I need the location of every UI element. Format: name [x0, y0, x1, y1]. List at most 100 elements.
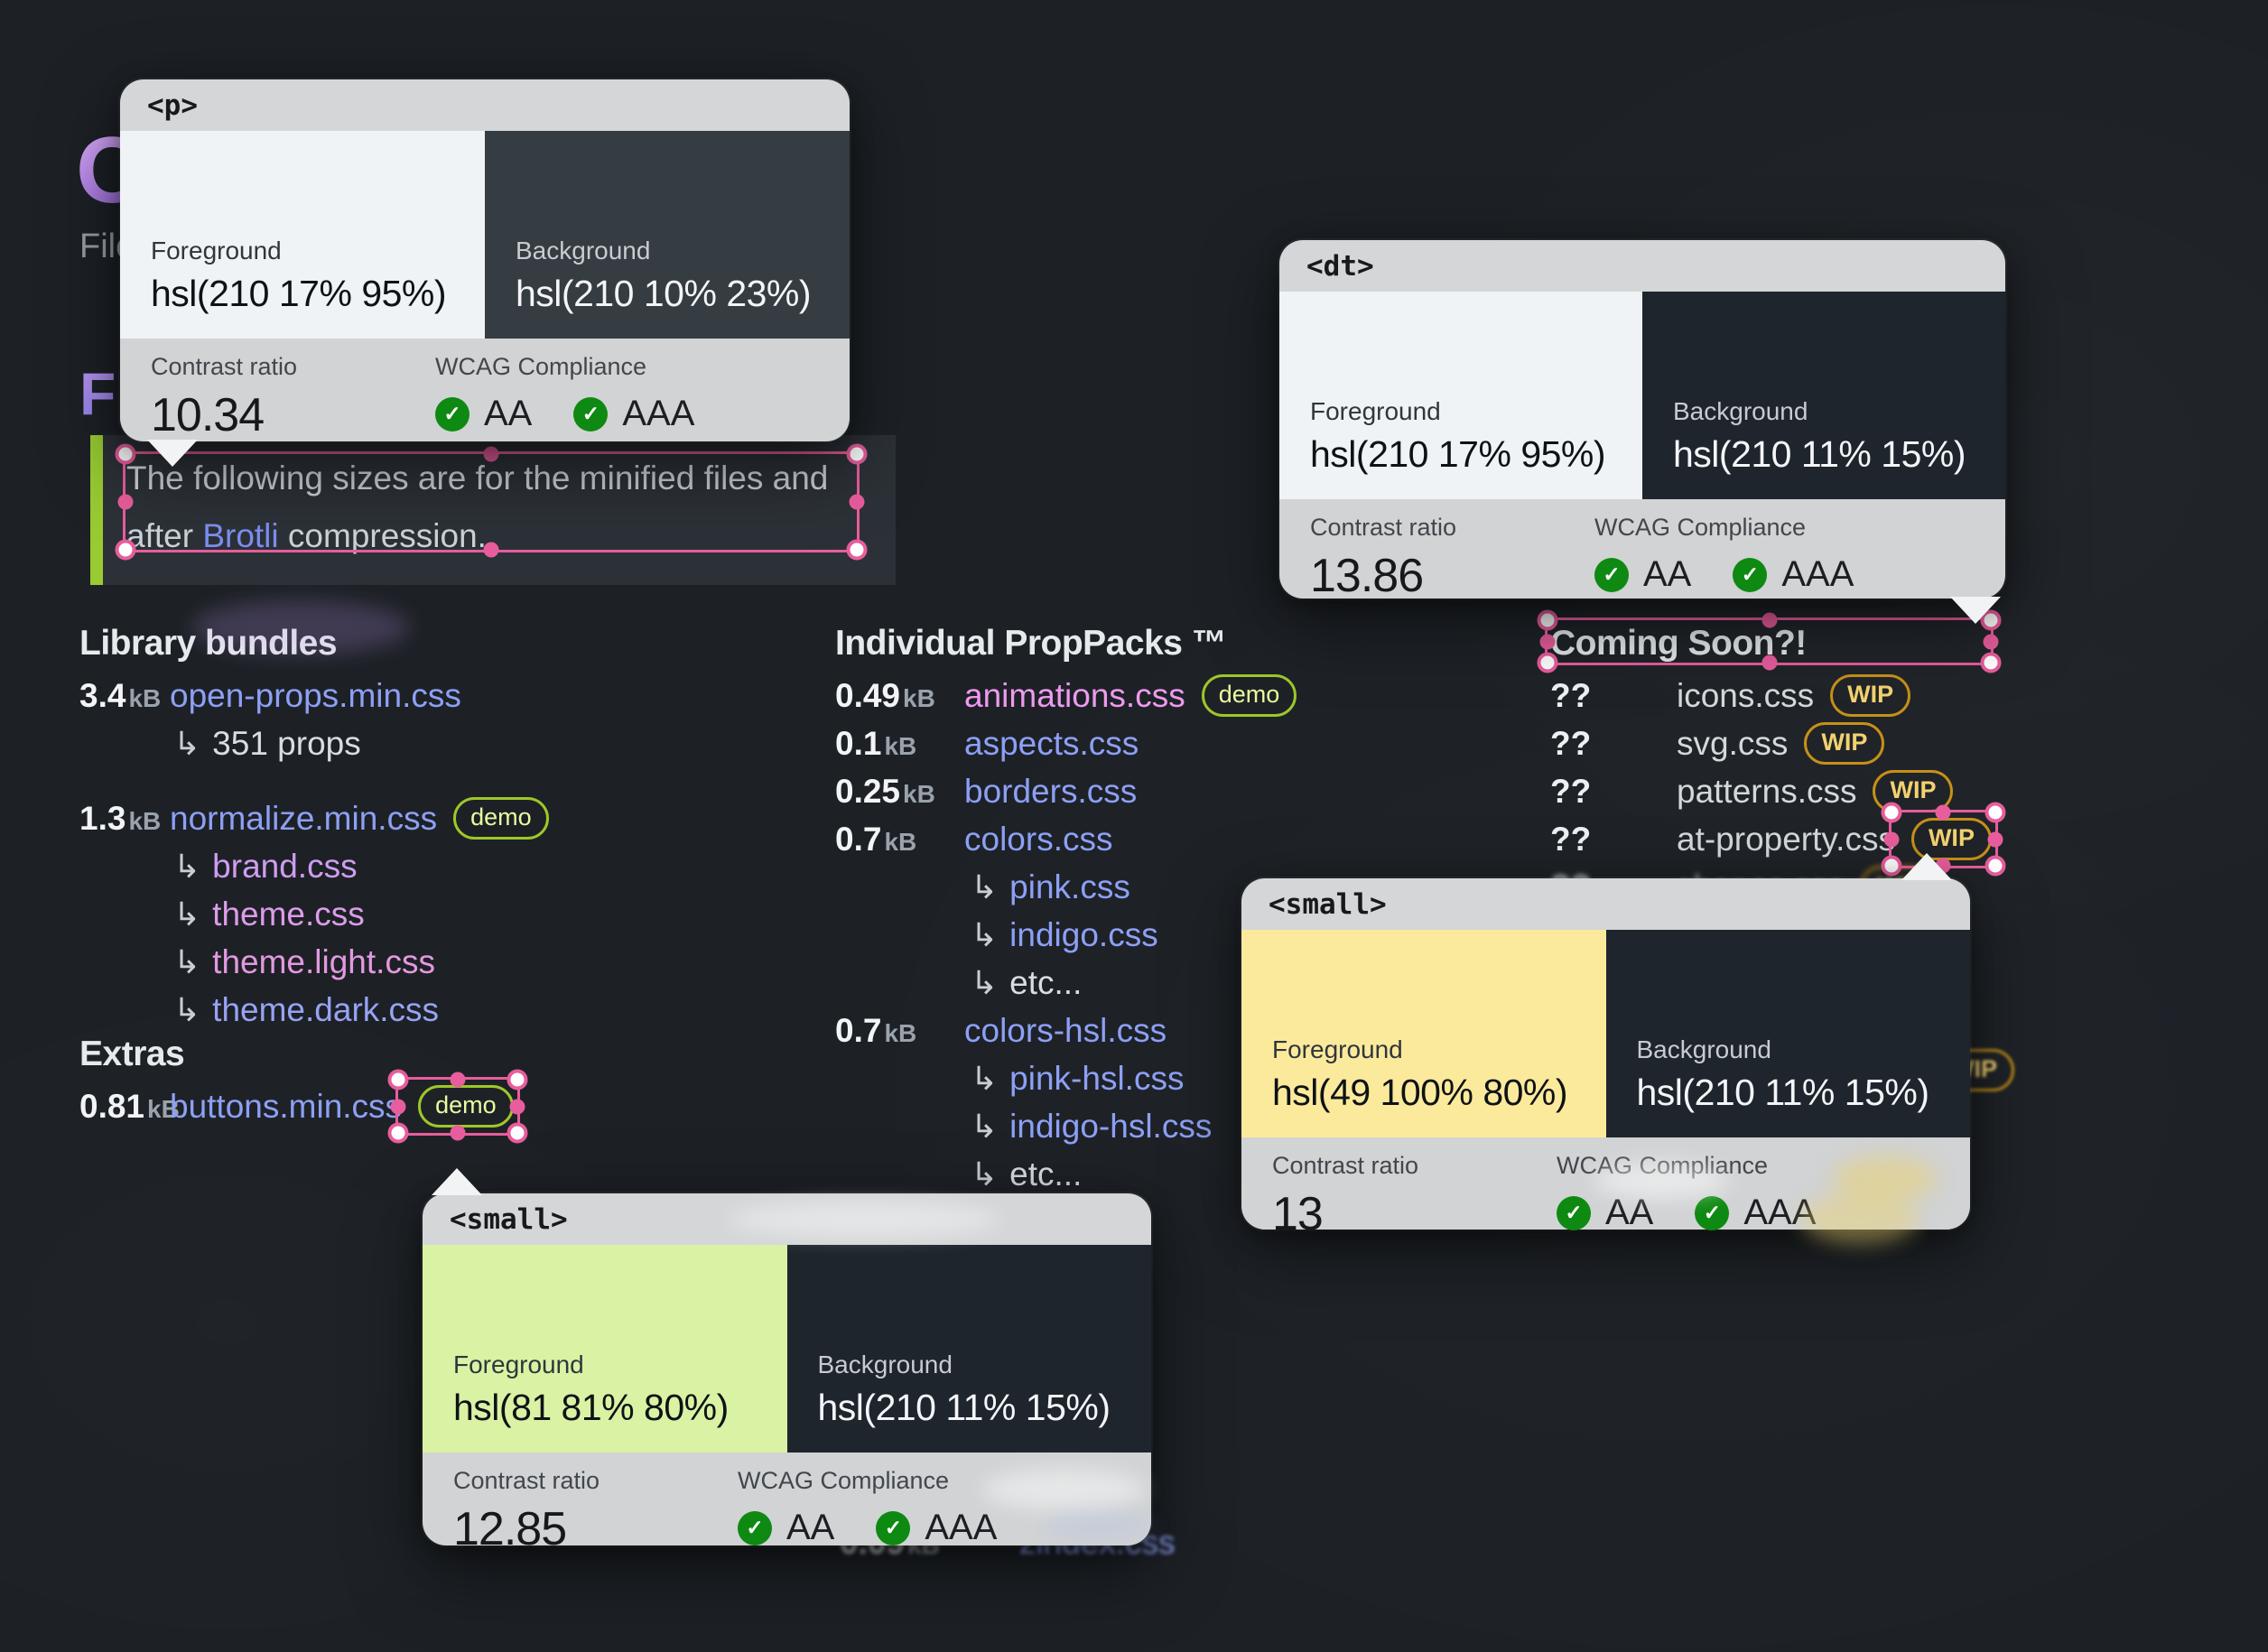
- selection-handle[interactable]: [1881, 802, 1902, 823]
- check-icon: ✓: [435, 396, 469, 432]
- selection-handle[interactable]: [483, 446, 499, 462]
- child-arrow-icon: ↳: [971, 868, 999, 905]
- selection-handle[interactable]: [1984, 802, 2006, 823]
- file-link-aspects[interactable]: aspects.css: [964, 725, 1139, 763]
- selection-handle[interactable]: [450, 1125, 466, 1141]
- list-item: ?? patterns.css WIP: [1550, 767, 2110, 815]
- list-item: ↳ brand.css: [79, 842, 766, 890]
- selection-handle[interactable]: [115, 443, 136, 465]
- selection-handle[interactable]: [115, 539, 136, 561]
- file-link-brand[interactable]: brand.css: [212, 848, 357, 886]
- list-item: 1.3 kB normalize.min.css demo: [79, 794, 766, 842]
- file-link-colors-hsl[interactable]: colors-hsl.css: [964, 1012, 1167, 1050]
- list-item: ↳ 351 props: [79, 719, 766, 767]
- selection-handle[interactable]: [1881, 855, 1902, 877]
- child-arrow-icon: ↳: [971, 963, 999, 1001]
- wcag-aaa-status: ✓ AAA: [876, 1508, 997, 1548]
- contrast-tooltip-small-green: <small> Foreground hsl(81 81% 80%) Backg…: [423, 1168, 1154, 1555]
- contrast-ratio-value: 12.85: [453, 1503, 567, 1555]
- selection-handle[interactable]: [483, 542, 499, 558]
- check-icon: ✓: [1594, 557, 1629, 592]
- tooltip-pointer: [432, 1168, 482, 1195]
- background-swatch: Background hsl(210 11% 15%): [1605, 930, 1970, 1137]
- file-link-colors[interactable]: colors.css: [964, 821, 1112, 858]
- tooltip-tag-label: <p>: [120, 79, 850, 131]
- selection-handle[interactable]: [1935, 804, 1951, 821]
- foreground-swatch: Foreground hsl(81 81% 80%): [423, 1245, 787, 1452]
- foreground-value: hsl(210 17% 95%): [151, 273, 447, 314]
- extras-heading: Extras: [79, 1035, 185, 1073]
- file-link-normalize[interactable]: normalize.min.css: [170, 800, 437, 838]
- list-item: ↳ theme.dark.css: [79, 986, 766, 1034]
- selection-handle[interactable]: [507, 1069, 528, 1091]
- list-item: ?? icons.css WIP: [1550, 672, 2110, 719]
- file-link-theme-light[interactable]: theme.light.css: [212, 943, 435, 981]
- selection-handle[interactable]: [1987, 831, 2003, 847]
- child-arrow-icon: ↳: [173, 847, 201, 885]
- child-arrow-icon: ↳: [971, 1059, 999, 1097]
- selection-handle[interactable]: [849, 494, 865, 510]
- file-link-indigo[interactable]: indigo.css: [1009, 916, 1158, 954]
- selection-handle[interactable]: [390, 1099, 406, 1114]
- wcag-aaa-status: ✓ AAA: [1695, 1193, 1816, 1233]
- selection-handle[interactable]: [509, 1099, 525, 1114]
- selection-handle[interactable]: [1761, 612, 1777, 628]
- selection-handle[interactable]: [1537, 609, 1558, 631]
- selection-handle[interactable]: [1980, 652, 2002, 673]
- selection-handle[interactable]: [1983, 634, 1999, 649]
- selection-handle[interactable]: [387, 1122, 409, 1144]
- demo-badge[interactable]: demo: [1201, 674, 1297, 717]
- file-link-buttons[interactable]: buttons.min.css: [170, 1088, 402, 1126]
- file-link-theme-dark[interactable]: theme.dark.css: [212, 991, 439, 1029]
- foreground-value: hsl(210 17% 95%): [1310, 433, 1606, 475]
- file-link-borders[interactable]: borders.css: [964, 773, 1137, 811]
- backdrop-blur-blob: [1833, 1155, 1937, 1202]
- list-item: 0.49 kB animations.css demo: [835, 672, 1485, 719]
- selection-handle[interactable]: [450, 1072, 466, 1088]
- file-name-patterns: patterns.css: [1677, 772, 1857, 810]
- check-icon: ✓: [1557, 1195, 1591, 1230]
- foreground-value: hsl(49 100% 80%): [1272, 1072, 1568, 1113]
- file-link-open-props[interactable]: open-props.min.css: [170, 677, 461, 715]
- selection-handle[interactable]: [1883, 831, 1900, 847]
- etc-label: etc...: [1009, 1155, 1083, 1193]
- selection-handle[interactable]: [1537, 652, 1558, 673]
- background-swatch: Background hsl(210 11% 15%): [1642, 292, 2005, 499]
- library-bundles-section: Library bundles 3.4 kB open-props.min.css…: [79, 623, 766, 1144]
- file-name-svg: svg.css: [1677, 724, 1789, 762]
- selection-handle[interactable]: [846, 443, 868, 465]
- selection-handle[interactable]: [117, 494, 134, 510]
- child-arrow-icon: ↳: [173, 895, 201, 933]
- foreground-swatch: Foreground hsl(49 100% 80%): [1241, 930, 1606, 1137]
- selection-handle[interactable]: [507, 1122, 528, 1144]
- selection-handle[interactable]: [1761, 654, 1777, 671]
- wcag-aaa-status: ✓ AAA: [573, 394, 694, 434]
- selection-handle[interactable]: [1539, 634, 1556, 649]
- page: O File Fi The following sizes are for th…: [0, 0, 2268, 1652]
- selection-handle[interactable]: [846, 539, 868, 561]
- props-count: 351 props: [212, 724, 361, 762]
- file-link-pink[interactable]: pink.css: [1009, 868, 1130, 906]
- check-icon: ✓: [1733, 557, 1768, 592]
- wip-badge: WIP: [1804, 722, 1885, 765]
- file-link-theme[interactable]: theme.css: [212, 896, 365, 933]
- foreground-value: hsl(81 81% 80%): [453, 1387, 729, 1428]
- file-link-animations[interactable]: animations.css: [964, 677, 1185, 715]
- list-item: 3.4 kB open-props.min.css: [79, 676, 461, 715]
- check-icon: ✓: [738, 1510, 772, 1545]
- foreground-swatch: Foreground hsl(210 17% 95%): [1279, 292, 1642, 499]
- check-icon: ✓: [876, 1510, 911, 1545]
- file-link-indigo-hsl[interactable]: indigo-hsl.css: [1009, 1108, 1212, 1146]
- wcag-aa-status: ✓ AA: [738, 1508, 834, 1548]
- child-arrow-icon: ↳: [173, 724, 201, 762]
- background-value: hsl(210 11% 15%): [817, 1387, 1111, 1428]
- heading-selection-rect: [1537, 609, 2002, 673]
- demo-badge[interactable]: demo: [453, 797, 549, 840]
- wcag-aaa-status: ✓ AAA: [1733, 554, 1854, 595]
- tooltip-pointer: [147, 440, 198, 467]
- list-item: 0.7 kB colors.css: [835, 820, 1113, 858]
- selection-handle[interactable]: [1984, 855, 2006, 877]
- file-link-pink-hsl[interactable]: pink-hsl.css: [1009, 1060, 1184, 1098]
- list-item: 0.81 kB buttons.min.css demo: [79, 1069, 766, 1144]
- selection-handle[interactable]: [387, 1069, 409, 1091]
